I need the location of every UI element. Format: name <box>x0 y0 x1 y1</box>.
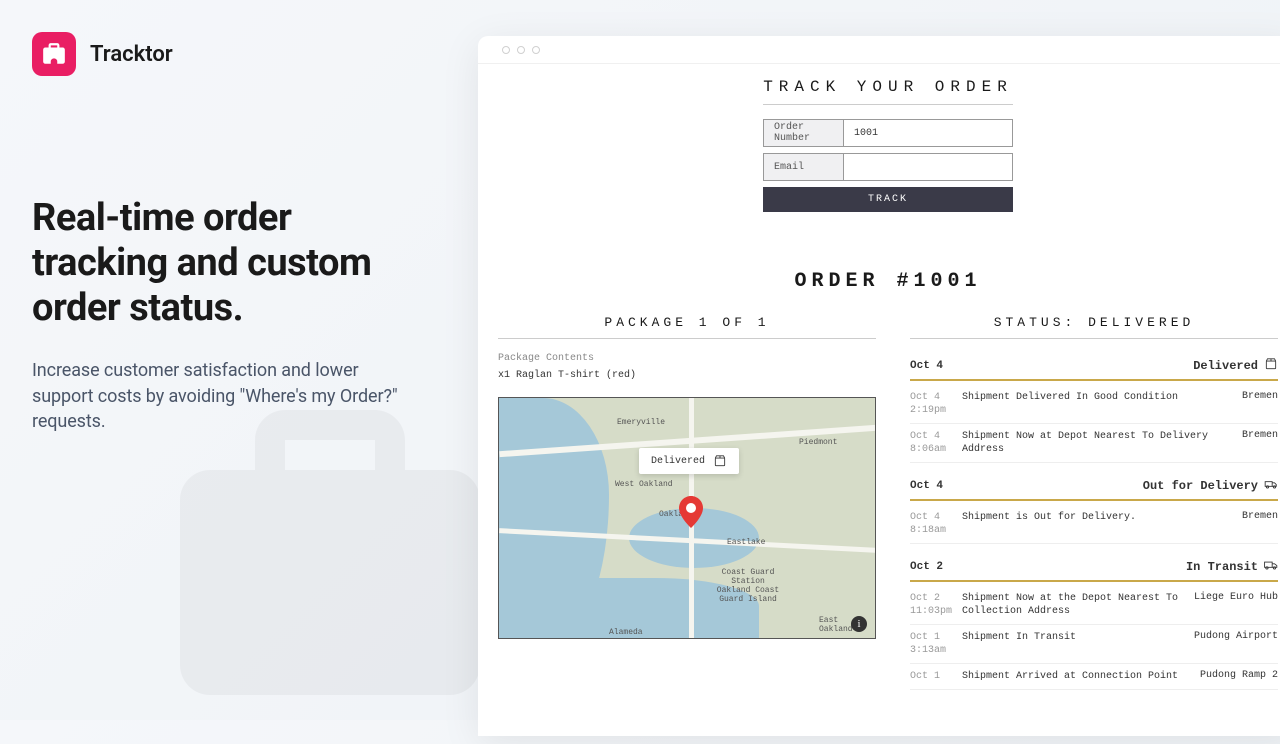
brand-logo-icon <box>32 32 76 76</box>
contents-item: x1 Raglan T-shirt (red) <box>498 370 876 381</box>
browser-chrome <box>478 36 1280 64</box>
marketing-panel: Tracktor Real-time order tracking and cu… <box>32 32 422 434</box>
map-label: Eastlake <box>727 538 765 547</box>
email-input[interactable] <box>844 154 1012 180</box>
brand-name: Tracktor <box>90 42 173 67</box>
order-number-label: Order Number <box>764 120 844 146</box>
status-event: Oct 42:19pmShipment Delivered In Good Co… <box>910 385 1278 424</box>
status-date: Oct 2 <box>910 561 943 573</box>
map-label: Alameda <box>609 628 643 637</box>
map-pin-icon <box>679 496 703 528</box>
event-message: Shipment Now at the Depot Nearest To Col… <box>962 592 1194 618</box>
status-date: Oct 4 <box>910 480 943 492</box>
event-message: Shipment Delivered In Good Condition <box>962 391 1242 417</box>
status-event: Oct 1Shipment Arrived at Connection Poin… <box>910 664 1278 690</box>
browser-frame: TRACK YOUR ORDER Order Number 1001 Email… <box>478 36 1280 736</box>
event-time: Oct 48:18am <box>910 511 962 537</box>
subheadline: Increase customer satisfaction and lower… <box>32 358 422 434</box>
event-message: Shipment Now at Depot Nearest To Deliver… <box>962 430 1242 456</box>
divider <box>763 104 1013 105</box>
truck-icon <box>1264 558 1278 576</box>
status-label: Out for Delivery <box>1143 477 1278 495</box>
contents-label: Package Contents <box>498 353 876 364</box>
brand-row: Tracktor <box>32 32 422 76</box>
order-heading: ORDER #1001 <box>498 270 1278 293</box>
order-number-field[interactable]: Order Number 1001 <box>763 119 1013 147</box>
map-label: Coast Guard Station Oakland Coast Guard … <box>713 568 783 604</box>
package-heading: PACKAGE 1 OF 1 <box>498 315 876 330</box>
event-location: Bremen <box>1242 430 1278 456</box>
event-location: Bremen <box>1242 511 1278 537</box>
event-message: Shipment In Transit <box>962 631 1194 657</box>
event-message: Shipment is Out for Delivery. <box>962 511 1242 537</box>
email-field[interactable]: Email <box>763 153 1013 181</box>
window-dot <box>517 46 525 54</box>
event-location: Liege Euro Hub <box>1194 592 1278 618</box>
headline: Real-time order tracking and custom orde… <box>32 196 422 330</box>
map-label: Emeryville <box>617 418 665 427</box>
status-label: In Transit <box>1186 558 1278 576</box>
delivery-icon <box>1264 477 1278 495</box>
email-label: Email <box>764 154 844 180</box>
package-icon <box>713 454 727 468</box>
event-location: Bremen <box>1242 391 1278 417</box>
window-dot <box>532 46 540 54</box>
track-button[interactable]: TRACK <box>763 187 1013 212</box>
divider <box>910 338 1278 339</box>
status-heading: STATUS: DELIVERED <box>910 315 1278 330</box>
status-group-header: Oct 2 In Transit <box>910 554 1278 582</box>
status-event: Oct 48:06amShipment Now at Depot Nearest… <box>910 424 1278 463</box>
divider <box>498 338 876 339</box>
status-group-header: Oct 4 Delivered <box>910 353 1278 381</box>
tooltip-text: Delivered <box>651 456 705 467</box>
event-time: Oct 42:19pm <box>910 391 962 417</box>
map-label: Piedmont <box>799 438 837 447</box>
track-heading: TRACK YOUR ORDER <box>498 78 1278 96</box>
status-event: Oct 211:03pmShipment Now at the Depot Ne… <box>910 586 1278 625</box>
event-location: Pudong Ramp 2 <box>1200 670 1278 683</box>
status-column: STATUS: DELIVERED Oct 4 Delivered Oct 42:1… <box>910 315 1278 690</box>
event-message: Shipment Arrived at Connection Point <box>962 670 1200 683</box>
status-event: Oct 13:13amShipment In TransitPudong Air… <box>910 625 1278 664</box>
event-time: Oct 1 <box>910 670 962 683</box>
event-time: Oct 48:06am <box>910 430 962 456</box>
event-time: Oct 13:13am <box>910 631 962 657</box>
window-dot <box>502 46 510 54</box>
order-number-input[interactable]: 1001 <box>844 120 1012 146</box>
event-time: Oct 211:03pm <box>910 592 962 618</box>
status-date: Oct 4 <box>910 360 943 372</box>
package-column: PACKAGE 1 OF 1 Package Contents x1 Ragla… <box>498 315 876 690</box>
map[interactable]: Emeryville Piedmont West Oakland Oakland… <box>498 397 876 639</box>
event-location: Pudong Airport <box>1194 631 1278 657</box>
map-info-button[interactable]: i <box>851 616 867 632</box>
status-event: Oct 48:18amShipment is Out for Delivery.… <box>910 505 1278 544</box>
package-icon <box>1264 357 1278 375</box>
map-tooltip: Delivered <box>639 448 739 474</box>
status-group-header: Oct 4 Out for Delivery <box>910 473 1278 501</box>
tracking-app: TRACK YOUR ORDER Order Number 1001 Email… <box>478 64 1280 690</box>
map-label: West Oakland <box>615 480 673 489</box>
status-label: Delivered <box>1193 357 1278 375</box>
